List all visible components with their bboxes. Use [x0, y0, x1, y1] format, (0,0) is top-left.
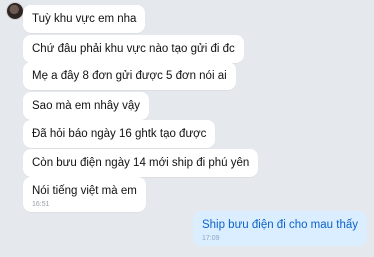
message-text: Sao mà em nhây vậy: [32, 100, 141, 112]
message-bubble-incoming: Còn bưu điện ngày 14 mới ship đi phú yên: [23, 149, 259, 177]
message-bubble-outgoing: Ship bưu điện đi cho mau thấy 17:09: [192, 211, 367, 246]
message-bubble-incoming: Tuỳ khu vực em nha: [23, 5, 146, 33]
message-text: Chứ đâu phải khu vực nào tạo gửi đi đc: [32, 43, 235, 55]
message-text: Tuỳ khu vực em nha: [32, 13, 137, 25]
message-text: Mẹ a đây 8 đơn gửi được 5 đơn nói ai: [32, 70, 227, 82]
message-timestamp: 16:51: [32, 201, 50, 208]
message-text: Đã hỏi báo ngày 16 ghtk tạo được: [32, 128, 207, 140]
message-bubble-incoming: Đã hỏi báo ngày 16 ghtk tạo được: [23, 120, 216, 148]
message-text: Ship bưu điện đi cho mau thấy: [201, 219, 358, 231]
message-bubble-incoming: Chứ đâu phải khu vực nào tạo gửi đi đc: [23, 35, 244, 63]
message-timestamp: 17:09: [201, 235, 220, 242]
sender-avatar[interactable]: [7, 3, 23, 19]
message-text: Nói tiếng việt mà em: [32, 185, 137, 197]
message-bubble-incoming: Sao mà em nhây vậy: [23, 92, 150, 120]
message-text: Còn bưu điện ngày 14 mới ship đi phú yên: [32, 157, 250, 169]
message-bubble-incoming: Mẹ a đây 8 đơn gửi được 5 đơn nói ai: [23, 62, 236, 90]
message-bubble-incoming: Nói tiếng việt mà em 16:51: [23, 177, 146, 212]
